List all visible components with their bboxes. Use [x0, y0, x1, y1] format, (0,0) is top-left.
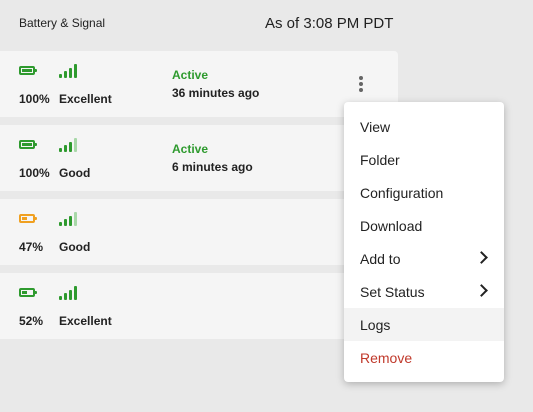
- menu-item-set-status[interactable]: Set Status: [344, 275, 504, 308]
- menu-item-configuration[interactable]: Configuration: [344, 176, 504, 209]
- signal-icon: [59, 137, 77, 152]
- signal-icon: [59, 63, 77, 78]
- signal-bar: [64, 219, 67, 226]
- signal-bar: [59, 222, 62, 226]
- menu-item-view[interactable]: View: [344, 110, 504, 143]
- menu-item-label: View: [360, 119, 391, 135]
- signal-quality: Excellent: [59, 92, 112, 106]
- signal-bar: [59, 148, 62, 152]
- last-seen: 36 minutes ago: [172, 86, 260, 100]
- signal-quality: Excellent: [59, 314, 112, 328]
- page-title: Battery & Signal: [19, 16, 106, 30]
- status-badge: Active: [172, 68, 209, 82]
- menu-item-label: Configuration: [360, 185, 444, 201]
- menu-item-label: Set Status: [360, 284, 425, 300]
- status-badge: Active: [172, 142, 209, 156]
- battery-percent: 47%: [19, 240, 44, 254]
- menu-item-label: Folder: [360, 152, 400, 168]
- page-header: Battery & Signal As of 3:08 PM PDT: [0, 0, 533, 50]
- battery-half-icon: [19, 288, 37, 297]
- battery-half-icon: [19, 214, 37, 223]
- signal-bar: [64, 293, 67, 300]
- context-menu: View Folder Configuration Download Add t…: [344, 102, 504, 382]
- device-row[interactable]: 100% Excellent Active 36 minutes ago: [0, 51, 398, 117]
- menu-item-add-to[interactable]: Add to: [344, 242, 504, 275]
- signal-bar: [74, 64, 77, 78]
- battery-percent: 52%: [19, 314, 44, 328]
- device-row[interactable]: 100% Good Active 6 minutes ago: [0, 125, 398, 191]
- menu-item-label: Add to: [360, 251, 401, 267]
- signal-bar: [74, 138, 77, 152]
- signal-icon: [59, 285, 77, 300]
- battery-full-icon: [19, 66, 37, 75]
- menu-item-remove[interactable]: Remove: [344, 341, 504, 374]
- signal-bar: [74, 212, 77, 226]
- signal-quality: Good: [59, 240, 91, 254]
- signal-bar: [64, 145, 67, 152]
- signal-bar: [69, 68, 72, 78]
- menu-item-download[interactable]: Download: [344, 209, 504, 242]
- menu-item-folder[interactable]: Folder: [344, 143, 504, 176]
- chevron-right-icon: [475, 251, 488, 264]
- signal-bar: [59, 74, 62, 78]
- menu-item-label: Remove: [360, 350, 413, 366]
- last-seen: 6 minutes ago: [172, 160, 253, 174]
- signal-bar: [59, 296, 62, 300]
- signal-quality: Good: [59, 166, 91, 180]
- menu-item-label: Download: [360, 218, 423, 234]
- device-row[interactable]: 52% Excellent: [0, 273, 398, 339]
- signal-bar: [74, 286, 77, 300]
- timestamp: As of 3:08 PM PDT: [265, 15, 394, 32]
- battery-percent: 100%: [19, 166, 50, 180]
- signal-bar: [69, 290, 72, 300]
- more-options-icon[interactable]: [352, 73, 370, 95]
- battery-percent: 100%: [19, 92, 50, 106]
- signal-icon: [59, 211, 77, 226]
- signal-bar: [64, 71, 67, 78]
- menu-item-label: Logs: [360, 317, 391, 333]
- chevron-right-icon: [475, 284, 488, 297]
- device-row[interactable]: 47% Good: [0, 199, 398, 265]
- signal-bar: [69, 142, 72, 152]
- battery-full-icon: [19, 140, 37, 149]
- menu-item-logs[interactable]: Logs: [344, 308, 504, 341]
- signal-bar: [69, 216, 72, 226]
